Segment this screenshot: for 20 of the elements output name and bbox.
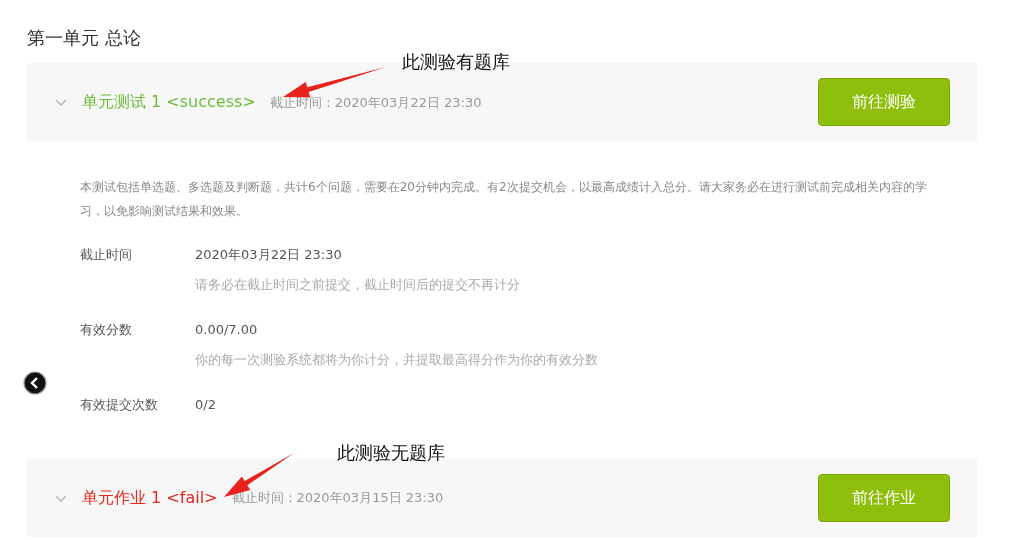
annotation-text: 此测验有题库: [402, 53, 510, 71]
annotation-text: 此测验无题库: [337, 444, 445, 462]
detail-note: 请务必在截止时间之前提交，截止时间后的提交不再计分: [195, 276, 520, 295]
go-button[interactable]: 前往测验: [818, 78, 950, 127]
chevron-down-icon[interactable]: [54, 492, 68, 503]
detail-label: 有效分数: [80, 321, 133, 340]
deadline-text: 截止时间：2020年03月22日 23:30: [269, 93, 482, 112]
item-title[interactable]: 单元作业 1 <fail>: [82, 485, 218, 510]
back-icon[interactable]: [23, 371, 47, 395]
detail-label: 有效提交次数: [80, 396, 159, 415]
item-title[interactable]: 单元测试 1 <success>: [82, 90, 256, 115]
detail-value: 2020年03月22日 23:30: [195, 246, 343, 265]
chevron-down-icon[interactable]: [54, 97, 68, 108]
detail-label: 截止时间: [80, 246, 133, 265]
section-title: 第一单元 总论: [27, 26, 142, 50]
detail-value: 0.00/7.00: [195, 321, 259, 340]
go-button[interactable]: 前往作业: [818, 473, 950, 522]
description-text: 本测试包括单选题、多选题及判断题，共计6个问题，需要在20分钟内完成。有2次提交机会，以最高成绩计入总分。请大家务必在进行测试前完成相关内容的学习，以免影响测试结果和效果。: [80, 179, 928, 221]
detail-value: 0/2: [195, 396, 216, 415]
deadline-text: 截止时间：2020年03月15日 23:30: [231, 489, 444, 508]
